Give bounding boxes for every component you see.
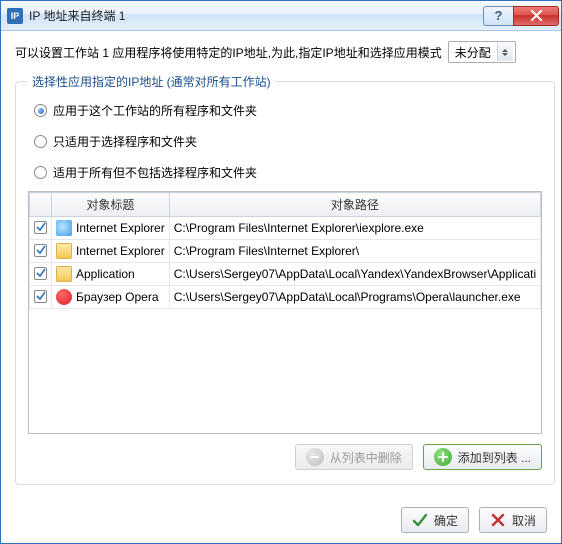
objects-table-wrap: 对象标题 对象路径 Internet Explorer C:\Program F… [28, 191, 542, 434]
radio-all-programs[interactable]: 应用于这个工作站的所有程序和文件夹 [34, 102, 542, 119]
radio-icon [34, 104, 47, 117]
row-title-text: Internet Explorer [76, 244, 165, 258]
list-actions: 从列表中删除 添加到列表 ... [28, 444, 542, 470]
minus-icon [306, 448, 324, 466]
help-button[interactable]: ? [483, 6, 513, 26]
col-check[interactable] [30, 193, 52, 217]
close-icon [530, 9, 543, 22]
ie-icon [56, 220, 72, 236]
ok-button[interactable]: 确定 [401, 507, 469, 533]
check-icon [412, 512, 428, 528]
radio-all-except[interactable]: 适用于所有但不包括选择程序和文件夹 [34, 164, 542, 181]
radio-icon [34, 135, 47, 148]
intro-row: 可以设置工作站 1 应用程序将使用特定的IP地址,为此,指定IP地址和选择应用模… [15, 41, 547, 63]
remove-label: 从列表中删除 [330, 449, 402, 466]
radio-label: 应用于这个工作站的所有程序和文件夹 [53, 102, 257, 119]
row-checkbox[interactable] [34, 267, 47, 280]
row-title-text: Браузер Opera [76, 290, 159, 304]
col-path[interactable]: 对象路径 [169, 193, 540, 217]
col-title[interactable]: 对象标题 [52, 193, 170, 217]
add-to-list-button[interactable]: 添加到列表 ... [423, 444, 542, 470]
dialog-window: IP IP 地址来自终端 1 ? 可以设置工作站 1 应用程序将使用特定的IP地… [0, 0, 562, 544]
row-title-text: Application [76, 267, 135, 281]
app-icon: IP [7, 8, 23, 24]
mode-combo-value: 未分配 [455, 44, 497, 61]
row-path: C:\Program Files\Internet Explorer\ [169, 240, 540, 263]
remove-from-list-button: 从列表中删除 [295, 444, 413, 470]
objects-table: 对象标题 对象路径 Internet Explorer C:\Program F… [29, 192, 541, 309]
add-label: 添加到列表 ... [458, 449, 531, 466]
opera-icon [56, 289, 72, 305]
radio-label: 适用于所有但不包括选择程序和文件夹 [53, 164, 257, 181]
row-checkbox[interactable] [34, 290, 47, 303]
plus-icon [434, 448, 452, 466]
table-row[interactable]: Internet Explorer C:\Program Files\Inter… [30, 240, 541, 263]
cancel-button[interactable]: 取消 [479, 507, 547, 533]
intro-text: 可以设置工作站 1 应用程序将使用特定的IP地址,为此,指定IP地址和选择应用模… [15, 44, 442, 61]
row-path: C:\Users\Sergey07\AppData\Local\Programs… [169, 286, 540, 309]
mode-combo[interactable]: 未分配 [448, 41, 516, 63]
dialog-buttons: 确定 取消 [1, 501, 561, 543]
radio-label: 只适用于选择程序和文件夹 [53, 133, 197, 150]
table-row[interactable]: Internet Explorer C:\Program Files\Inter… [30, 217, 541, 240]
row-checkbox[interactable] [34, 221, 47, 234]
row-path: C:\Users\Sergey07\AppData\Local\Yandex\Y… [169, 263, 540, 286]
cross-icon [490, 512, 506, 528]
window-title: IP 地址来自终端 1 [29, 7, 483, 24]
folder-icon [56, 266, 72, 282]
caret-up-icon [502, 49, 508, 52]
table-row[interactable]: Application C:\Users\Sergey07\AppData\Lo… [30, 263, 541, 286]
row-path: C:\Program Files\Internet Explorer\iexpl… [169, 217, 540, 240]
row-checkbox[interactable] [34, 244, 47, 257]
folder-icon [56, 243, 72, 259]
ip-scope-group: 选择性应用指定的IP地址 (通常对所有工作站) 应用于这个工作站的所有程序和文件… [15, 73, 555, 485]
caret-down-icon [502, 53, 508, 56]
group-legend: 选择性应用指定的IP地址 (通常对所有工作站) [28, 73, 275, 90]
table-row[interactable]: Браузер Opera C:\Users\Sergey07\AppData\… [30, 286, 541, 309]
row-title-text: Internet Explorer [76, 221, 165, 235]
radio-only-selected[interactable]: 只适用于选择程序和文件夹 [34, 133, 542, 150]
titlebar: IP IP 地址来自终端 1 ? [1, 1, 561, 31]
window-buttons: ? [483, 6, 559, 26]
close-button[interactable] [513, 6, 559, 26]
radio-icon [34, 166, 47, 179]
cancel-label: 取消 [512, 512, 536, 529]
combo-spinner[interactable] [497, 43, 513, 61]
content-area: 可以设置工作站 1 应用程序将使用特定的IP地址,为此,指定IP地址和选择应用模… [1, 31, 561, 501]
ok-label: 确定 [434, 512, 458, 529]
